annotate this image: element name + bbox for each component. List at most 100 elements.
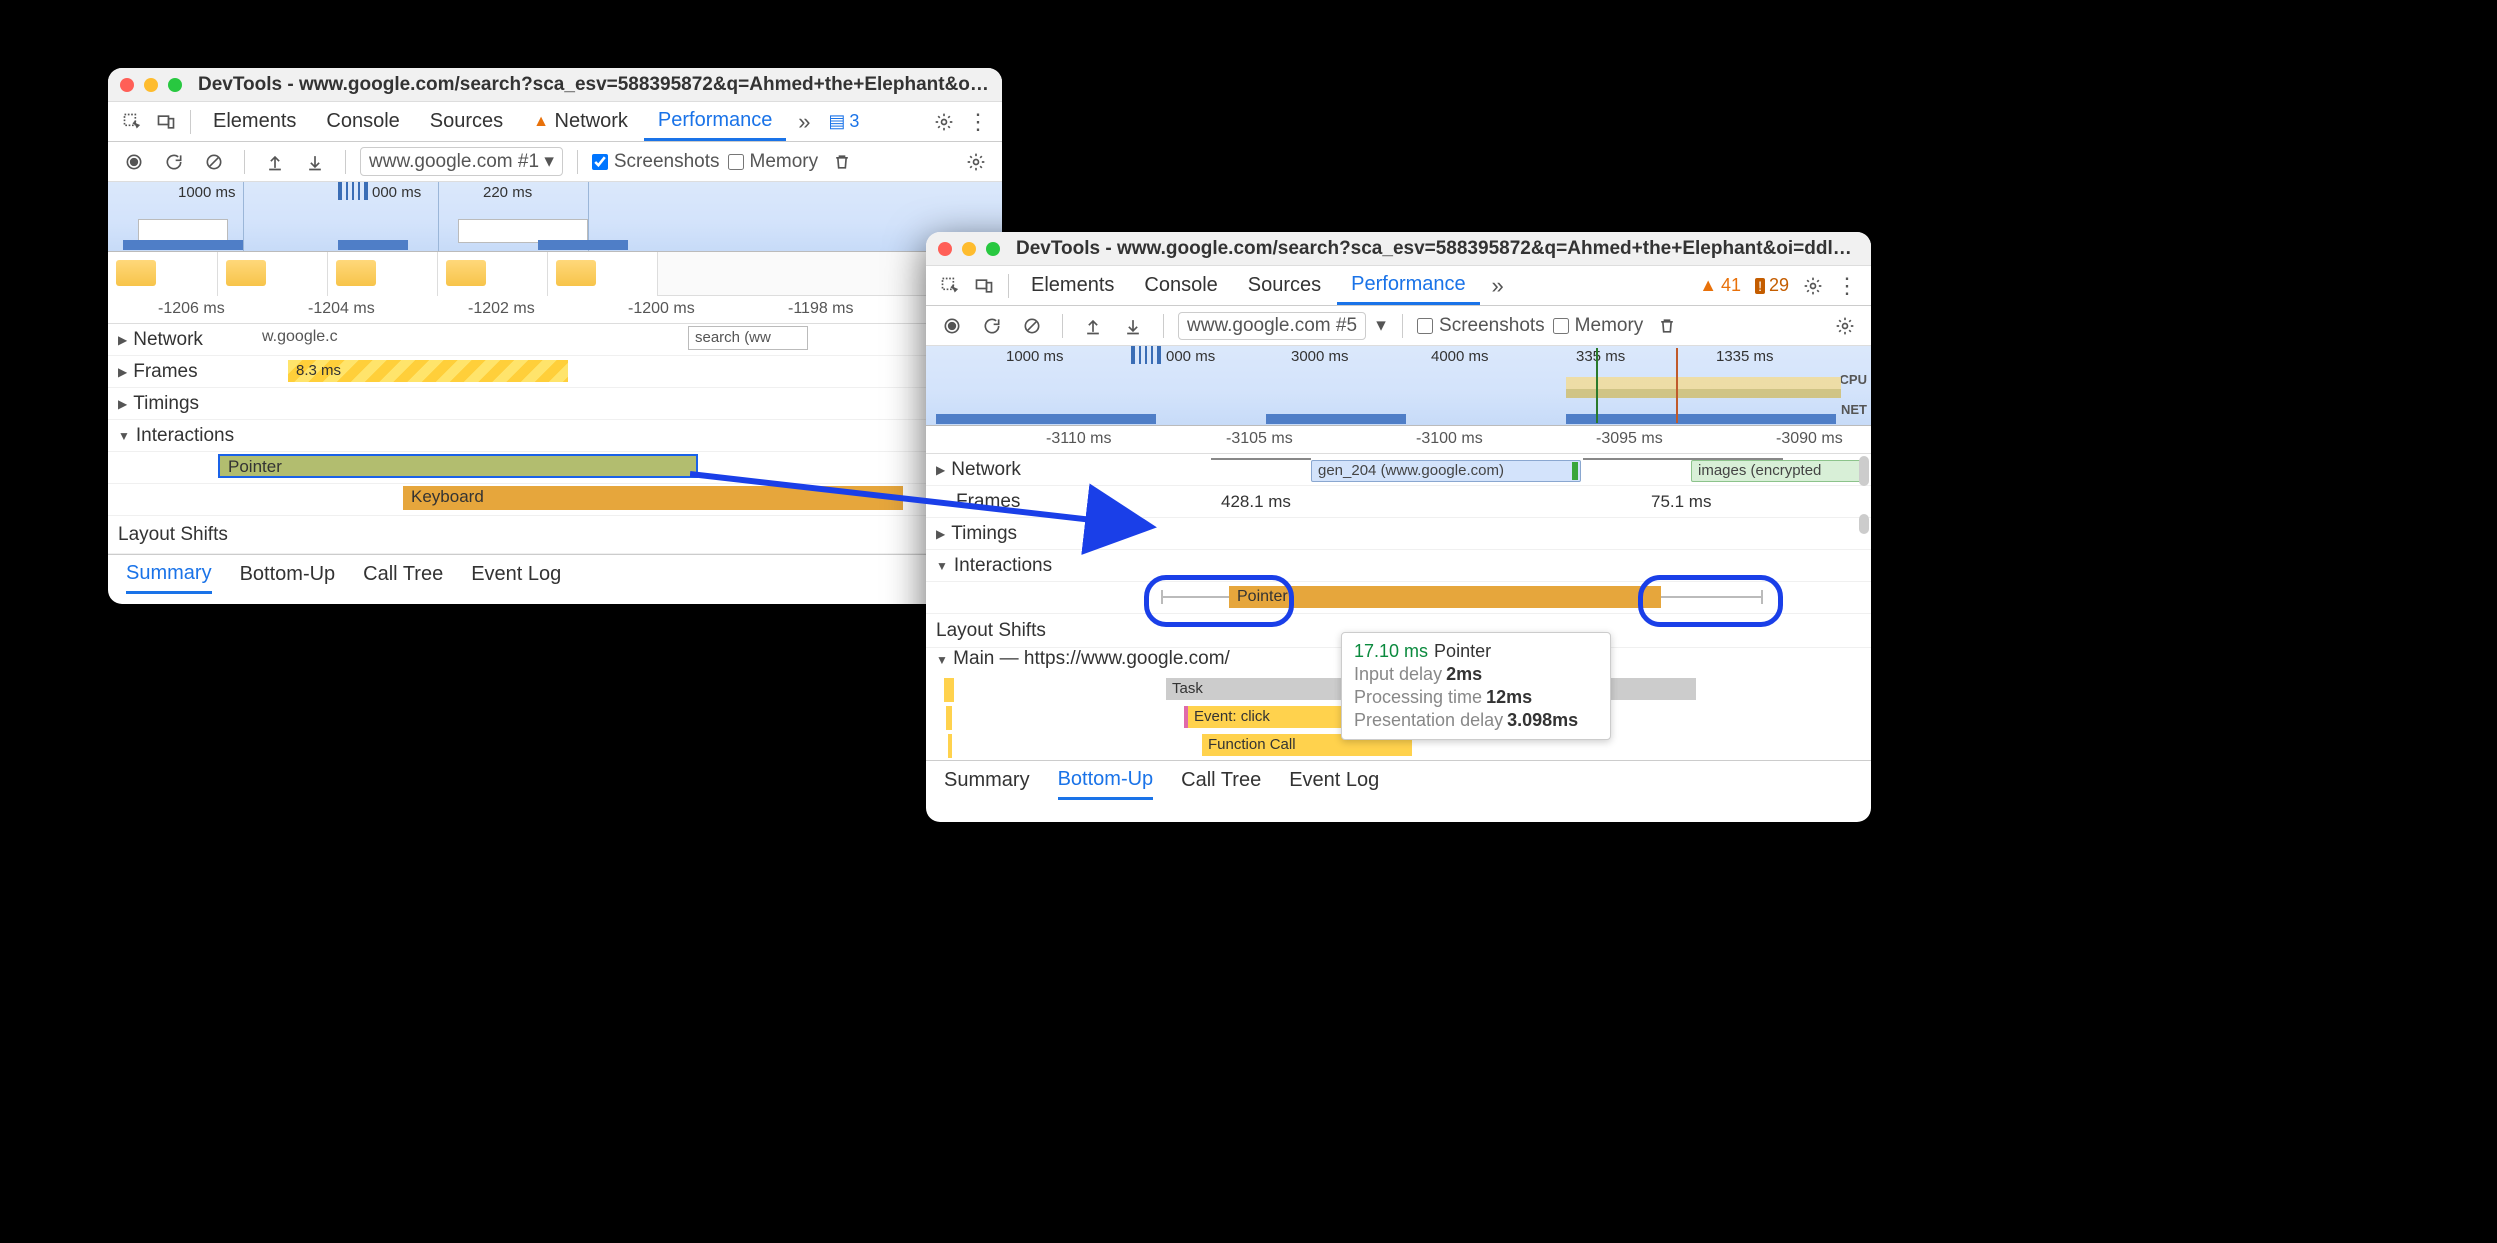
screenshots-checkbox[interactable]: Screenshots xyxy=(1417,315,1545,337)
filmstrip[interactable] xyxy=(108,252,1002,296)
track-frames[interactable]: Frames 428.1 ms 75.1 ms xyxy=(926,486,1871,518)
filmstrip-thumb[interactable] xyxy=(108,252,218,296)
vertical-scrollbar[interactable] xyxy=(1859,456,1869,486)
screenshots-checkbox[interactable]: Screenshots xyxy=(592,151,720,173)
filmstrip-thumb[interactable] xyxy=(218,252,328,296)
reload-icon[interactable] xyxy=(976,310,1008,342)
tab-bottom-up[interactable]: Bottom-Up xyxy=(1058,761,1154,800)
tab-network[interactable]: ▲ Network xyxy=(519,102,642,141)
reload-icon[interactable] xyxy=(158,146,190,178)
tab-sources[interactable]: Sources xyxy=(1234,266,1335,305)
chevron-right-icon[interactable]: ▶ xyxy=(936,527,945,541)
tab-call-tree[interactable]: Call Tree xyxy=(363,555,443,594)
track-interactions[interactable]: ▼Interactions xyxy=(108,420,1002,452)
time-ruler[interactable]: -1206 ms -1204 ms -1202 ms -1200 ms -119… xyxy=(108,296,1002,324)
perf-settings-icon[interactable] xyxy=(1829,310,1861,342)
trash-icon[interactable] xyxy=(826,146,858,178)
network-request-bar[interactable]: images (encrypted xyxy=(1691,460,1861,482)
network-request-bar[interactable]: gen_204 (www.google.com) xyxy=(1311,460,1581,482)
recording-selector[interactable]: www.google.com #5 xyxy=(1178,312,1366,340)
clear-icon[interactable] xyxy=(1016,310,1048,342)
tab-console[interactable]: Console xyxy=(1130,266,1231,305)
chevron-right-icon[interactable]: ▶ xyxy=(118,365,127,379)
warnings-badge[interactable]: ▲41 xyxy=(1693,275,1747,296)
titlebar[interactable]: DevTools - www.google.com/search?sca_esv… xyxy=(926,232,1871,266)
maximize-icon[interactable] xyxy=(168,78,182,92)
track-network[interactable]: ▶Network gen_204 (www.google.com) images… xyxy=(926,454,1871,486)
download-icon[interactable] xyxy=(1117,310,1149,342)
inspect-element-icon[interactable] xyxy=(934,270,966,302)
chevron-down-icon[interactable]: ▼ xyxy=(936,653,948,667)
track-timings[interactable]: ▶Timings xyxy=(108,388,1002,420)
chevron-down-icon[interactable]: ▾ xyxy=(1374,314,1388,337)
track-network[interactable]: ▶Network w.google.c search (ww xyxy=(108,324,1002,356)
filmstrip-thumb[interactable] xyxy=(548,252,658,296)
chevron-right-icon[interactable]: ▶ xyxy=(936,463,945,477)
chevron-down-icon[interactable]: ▼ xyxy=(118,429,130,443)
chat-icon: ▤ xyxy=(828,111,845,132)
settings-icon[interactable] xyxy=(928,106,960,138)
tab-console[interactable]: Console xyxy=(312,102,413,141)
track-timings[interactable]: ▶Timings xyxy=(926,518,1871,550)
annotation-circle-right xyxy=(1638,575,1783,627)
issues-badge[interactable]: ▤3 xyxy=(822,111,865,132)
track-layout-shifts[interactable]: Layout Shifts xyxy=(108,516,1002,554)
download-icon[interactable] xyxy=(299,146,331,178)
overview-timeline[interactable]: 1000 ms 000 ms 220 ms xyxy=(108,182,1002,252)
time-ruler[interactable]: -3110 ms -3105 ms -3100 ms -3095 ms -309… xyxy=(926,426,1871,454)
device-toolbar-icon[interactable] xyxy=(968,270,1000,302)
tab-summary[interactable]: Summary xyxy=(944,761,1030,800)
minimize-icon[interactable] xyxy=(144,78,158,92)
track-frames[interactable]: ▶Frames 8.3 ms xyxy=(108,356,1002,388)
overview-handle[interactable] xyxy=(1131,346,1161,364)
interaction-pointer-row[interactable]: Pointer xyxy=(108,452,1002,484)
frame-bar[interactable]: 8.3 ms xyxy=(288,360,568,382)
kebab-menu-icon[interactable]: ⋮ xyxy=(962,106,994,138)
inspect-element-icon[interactable] xyxy=(116,106,148,138)
minimize-icon[interactable] xyxy=(962,242,976,256)
vertical-scrollbar[interactable] xyxy=(1859,514,1869,534)
filmstrip-thumb[interactable] xyxy=(438,252,548,296)
upload-icon[interactable] xyxy=(1077,310,1109,342)
trash-icon[interactable] xyxy=(1651,310,1683,342)
record-icon[interactable] xyxy=(936,310,968,342)
tab-event-log[interactable]: Event Log xyxy=(1289,761,1379,800)
settings-icon[interactable] xyxy=(1797,270,1829,302)
close-icon[interactable] xyxy=(938,242,952,256)
tab-call-tree[interactable]: Call Tree xyxy=(1181,761,1261,800)
tab-elements[interactable]: Elements xyxy=(199,102,310,141)
network-request-box[interactable]: search (ww xyxy=(688,326,808,350)
tab-summary[interactable]: Summary xyxy=(126,555,212,594)
tab-elements[interactable]: Elements xyxy=(1017,266,1128,305)
tab-event-log[interactable]: Event Log xyxy=(471,555,561,594)
tab-performance[interactable]: Performance xyxy=(644,102,787,141)
filmstrip-thumb[interactable] xyxy=(328,252,438,296)
chevron-right-icon[interactable]: ▶ xyxy=(118,333,127,347)
interaction-pointer-bar[interactable]: Pointer xyxy=(218,454,698,478)
tab-sources[interactable]: Sources xyxy=(416,102,517,141)
memory-checkbox[interactable]: Memory xyxy=(1553,315,1644,337)
record-icon[interactable] xyxy=(118,146,150,178)
memory-checkbox[interactable]: Memory xyxy=(728,151,819,173)
close-icon[interactable] xyxy=(120,78,134,92)
titlebar[interactable]: DevTools - www.google.com/search?sca_esv… xyxy=(108,68,1002,102)
overview-handle[interactable] xyxy=(338,182,368,200)
kebab-menu-icon[interactable]: ⋮ xyxy=(1831,270,1863,302)
chevron-right-icon[interactable]: ▶ xyxy=(118,397,127,411)
more-tabs-icon[interactable]: » xyxy=(1482,270,1514,302)
perf-settings-icon[interactable] xyxy=(960,146,992,178)
clear-icon[interactable] xyxy=(198,146,230,178)
interaction-pointer-bar-body[interactable] xyxy=(1296,586,1661,608)
issues-badge[interactable]: !29 xyxy=(1749,275,1795,296)
maximize-icon[interactable] xyxy=(986,242,1000,256)
tab-performance[interactable]: Performance xyxy=(1337,266,1480,305)
upload-icon[interactable] xyxy=(259,146,291,178)
device-toolbar-icon[interactable] xyxy=(150,106,182,138)
more-tabs-icon[interactable]: » xyxy=(788,106,820,138)
recording-selector[interactable]: www.google.com #1 ▾ xyxy=(360,147,563,176)
interaction-keyboard-row[interactable]: Keyboard xyxy=(108,484,1002,516)
chevron-down-icon[interactable]: ▼ xyxy=(936,559,948,573)
tab-bottom-up[interactable]: Bottom-Up xyxy=(240,555,336,594)
overview-timeline[interactable]: 1000 ms 000 ms 3000 ms 4000 ms 335 ms 13… xyxy=(926,346,1871,426)
interaction-keyboard-bar[interactable]: Keyboard xyxy=(403,486,903,510)
